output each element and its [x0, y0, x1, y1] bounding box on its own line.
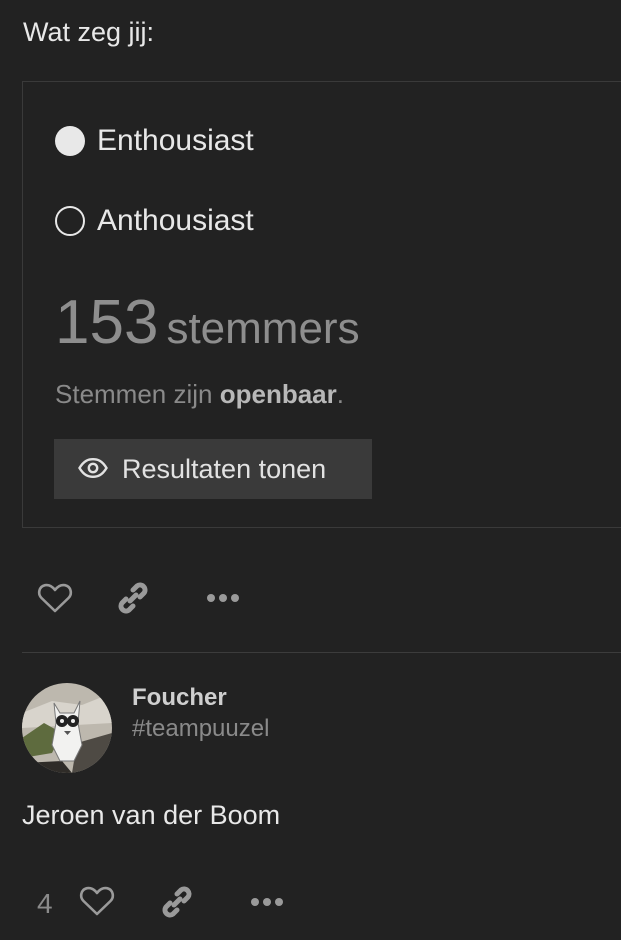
- poll-question: Wat zeg jij:: [23, 17, 155, 47]
- post-divider: [22, 652, 621, 653]
- show-results-label: Resultaten tonen: [122, 453, 327, 484]
- eye-icon: [78, 457, 108, 481]
- post-username[interactable]: Foucher: [132, 683, 227, 713]
- link-icon[interactable]: [159, 884, 195, 925]
- post-body: Jeroen van der Boom: [22, 800, 281, 830]
- poll-option-enthousiast[interactable]: Enthousiast: [55, 123, 254, 159]
- voters-word: stemmers: [166, 304, 360, 353]
- link-icon[interactable]: [115, 580, 151, 621]
- poll-option-label: Enthousiast: [97, 124, 254, 157]
- visibility-value: openbaar: [219, 379, 337, 409]
- post-user-title: #teampuuzel: [132, 715, 270, 742]
- show-results-button[interactable]: Resultaten tonen: [54, 439, 372, 499]
- poll-container: Enthousiast Anthousiast 153 stemmers Stem…: [22, 81, 621, 528]
- avatar[interactable]: [22, 683, 112, 773]
- like-count[interactable]: 4: [37, 886, 53, 922]
- heart-icon[interactable]: [79, 885, 115, 922]
- voters-number: 153: [55, 288, 159, 357]
- poll-option-anthousiast[interactable]: Anthousiast: [55, 203, 254, 239]
- more-icon[interactable]: [206, 590, 242, 611]
- poll-visibility-note: Stemmen zijn openbaar.: [55, 378, 344, 410]
- voters-count: 153 stemmers: [55, 287, 360, 359]
- visibility-suffix: .: [336, 379, 344, 409]
- more-icon[interactable]: [250, 894, 286, 915]
- visibility-prefix: Stemmen zijn: [55, 379, 213, 409]
- radio-selected-icon[interactable]: [55, 126, 85, 156]
- radio-unselected-icon[interactable]: [55, 206, 85, 236]
- heart-icon[interactable]: [37, 582, 73, 619]
- poll-option-label: Anthousiast: [97, 204, 254, 237]
